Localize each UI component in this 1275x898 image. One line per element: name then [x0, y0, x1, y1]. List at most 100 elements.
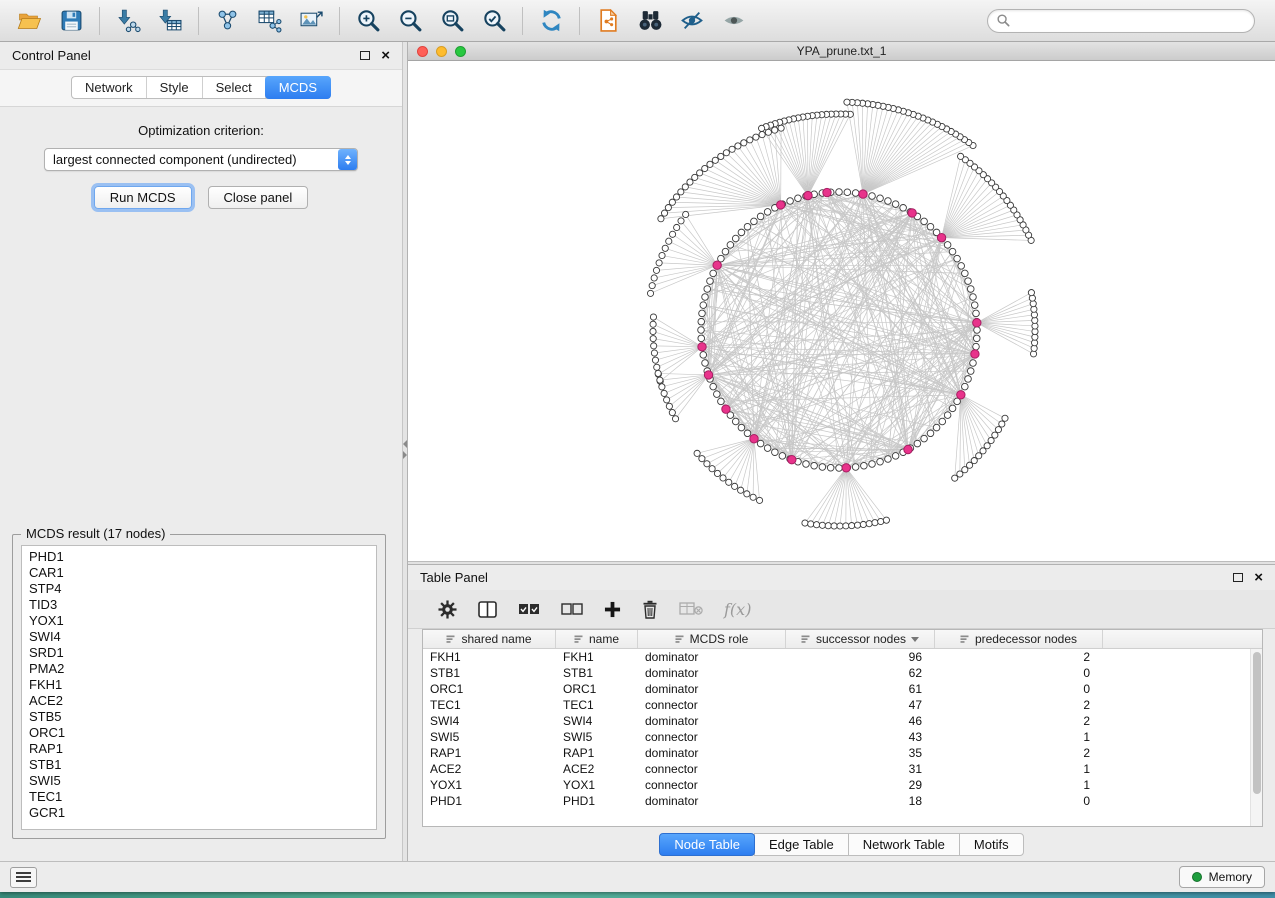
mcds-result-item[interactable]: CAR1: [22, 565, 376, 581]
network-svg[interactable]: [408, 61, 1275, 560]
hide-panels-button[interactable]: [671, 4, 713, 38]
mcds-result-item[interactable]: PMA2: [22, 661, 376, 677]
close-panel-button[interactable]: Close panel: [208, 186, 309, 209]
tab-mcds[interactable]: MCDS: [265, 76, 331, 99]
optimization-criterion-dropdown[interactable]: largest connected component (undirected): [44, 148, 358, 171]
column-header-shared-name[interactable]: shared name: [423, 630, 556, 648]
column-header-name[interactable]: name: [556, 630, 638, 648]
cell-shared_name: TEC1: [423, 698, 556, 712]
global-search-box[interactable]: [987, 9, 1255, 33]
gear-icon: [438, 600, 457, 619]
mcds-result-item[interactable]: STB5: [22, 709, 376, 725]
mcds-result-item[interactable]: SWI4: [22, 629, 376, 645]
network-from-table-button[interactable]: [248, 4, 290, 38]
splitter-collapse-handles[interactable]: [403, 440, 407, 459]
network-canvas[interactable]: [408, 61, 1275, 561]
mcds-result-item[interactable]: STP4: [22, 581, 376, 597]
table-row[interactable]: ACE2ACE2connector311: [423, 761, 1262, 777]
zoom-out-button[interactable]: [389, 4, 431, 38]
zoom-in-button[interactable]: [347, 4, 389, 38]
memory-label: Memory: [1209, 870, 1252, 884]
table-row[interactable]: PHD1PHD1dominator180: [423, 793, 1262, 809]
search-network-button[interactable]: [629, 4, 671, 38]
tab-select[interactable]: Select: [203, 77, 266, 98]
mcds-result-item[interactable]: YOX1: [22, 613, 376, 629]
tab-style[interactable]: Style: [147, 77, 203, 98]
delete-table-button-disabled[interactable]: [679, 601, 703, 617]
network-nodes-icon: [216, 9, 239, 32]
run-mcds-button[interactable]: Run MCDS: [94, 186, 192, 209]
table-scrollbar[interactable]: [1250, 649, 1262, 826]
column-header-predecessor-nodes[interactable]: predecessor nodes: [935, 630, 1103, 648]
add-column-button[interactable]: [604, 601, 621, 618]
search-input[interactable]: [1017, 14, 1246, 28]
cell-shared_name: STB1: [423, 666, 556, 680]
tab-network-table[interactable]: Network Table: [848, 833, 960, 856]
close-panel-icon[interactable]: ×: [381, 48, 390, 63]
table-row[interactable]: TEC1TEC1connector472: [423, 697, 1262, 713]
tab-motifs[interactable]: Motifs: [959, 833, 1024, 856]
trash-icon: [642, 600, 658, 619]
delete-column-button[interactable]: [642, 600, 658, 619]
network-from-selection-button[interactable]: [587, 4, 629, 38]
cell-shared_name: YOX1: [423, 778, 556, 792]
cell-name: PHD1: [556, 794, 638, 808]
cell-predecessor: 2: [935, 698, 1103, 712]
mcds-result-item[interactable]: SRD1: [22, 645, 376, 661]
cell-name: RAP1: [556, 746, 638, 760]
minimize-window-icon[interactable]: [436, 46, 447, 57]
show-columns-button[interactable]: [478, 601, 497, 618]
table-row[interactable]: YOX1YOX1connector291: [423, 777, 1262, 793]
open-session-button[interactable]: [8, 4, 50, 38]
deselect-all-rows-button[interactable]: [561, 603, 583, 615]
mcds-result-item[interactable]: STB1: [22, 757, 376, 773]
mcds-result-item[interactable]: ACE2: [22, 693, 376, 709]
table-row[interactable]: FKH1FKH1dominator962: [423, 649, 1262, 665]
float-panel-icon[interactable]: [360, 51, 370, 60]
mcds-result-item[interactable]: FKH1: [22, 677, 376, 693]
table-scrollbar-thumb[interactable]: [1253, 652, 1261, 794]
function-builder-button[interactable]: f(x): [724, 600, 751, 619]
table-row[interactable]: SWI5SWI5connector431: [423, 729, 1262, 745]
tab-node-table[interactable]: Node Table: [659, 833, 755, 856]
close-table-panel-icon[interactable]: ×: [1254, 570, 1263, 585]
panel-menu-button[interactable]: [10, 867, 37, 888]
cell-successor: 31: [786, 762, 935, 776]
tab-network[interactable]: Network: [72, 77, 147, 98]
table-row[interactable]: ORC1ORC1dominator610: [423, 681, 1262, 697]
mcds-result-item[interactable]: RAP1: [22, 741, 376, 757]
column-menu-chevron-icon[interactable]: [911, 637, 919, 642]
import-network-button[interactable]: [107, 4, 149, 38]
refresh-button[interactable]: [530, 4, 572, 38]
mcds-result-item[interactable]: ORC1: [22, 725, 376, 741]
mcds-result-item[interactable]: TEC1: [22, 789, 376, 805]
table-row[interactable]: RAP1RAP1dominator352: [423, 745, 1262, 761]
mcds-result-item[interactable]: TID3: [22, 597, 376, 613]
export-image-button[interactable]: [290, 4, 332, 38]
mcds-result-item[interactable]: GCR1: [22, 805, 376, 821]
zoom-selected-button[interactable]: [473, 4, 515, 38]
float-table-panel-icon[interactable]: [1233, 573, 1243, 582]
cell-mcds_role: connector: [638, 730, 786, 744]
import-table-icon: [158, 8, 183, 33]
new-network-button[interactable]: [206, 4, 248, 38]
table-row[interactable]: SWI4SWI4dominator462: [423, 713, 1262, 729]
import-table-button[interactable]: [149, 4, 191, 38]
column-header-successor-nodes[interactable]: successor nodes: [786, 630, 935, 648]
table-panel: Table Panel ×: [408, 565, 1275, 861]
zoom-fit-button[interactable]: [431, 4, 473, 38]
cell-predecessor: 0: [935, 794, 1103, 808]
mcds-result-item[interactable]: PHD1: [22, 549, 376, 565]
mcds-result-item[interactable]: SWI5: [22, 773, 376, 789]
table-row[interactable]: STB1STB1dominator620: [423, 665, 1262, 681]
close-window-icon[interactable]: [417, 46, 428, 57]
column-header-mcds-role[interactable]: MCDS role: [638, 630, 786, 648]
maximize-window-icon[interactable]: [455, 46, 466, 57]
table-settings-button[interactable]: [438, 600, 457, 619]
show-panels-button[interactable]: [713, 4, 755, 38]
tab-edge-table[interactable]: Edge Table: [754, 833, 849, 856]
save-session-button[interactable]: [50, 4, 92, 38]
memory-button[interactable]: Memory: [1179, 866, 1265, 888]
select-all-rows-button[interactable]: [518, 603, 540, 615]
mcds-result-list[interactable]: PHD1CAR1STP4TID3YOX1SWI4SRD1PMA2FKH1ACE2…: [21, 545, 377, 830]
